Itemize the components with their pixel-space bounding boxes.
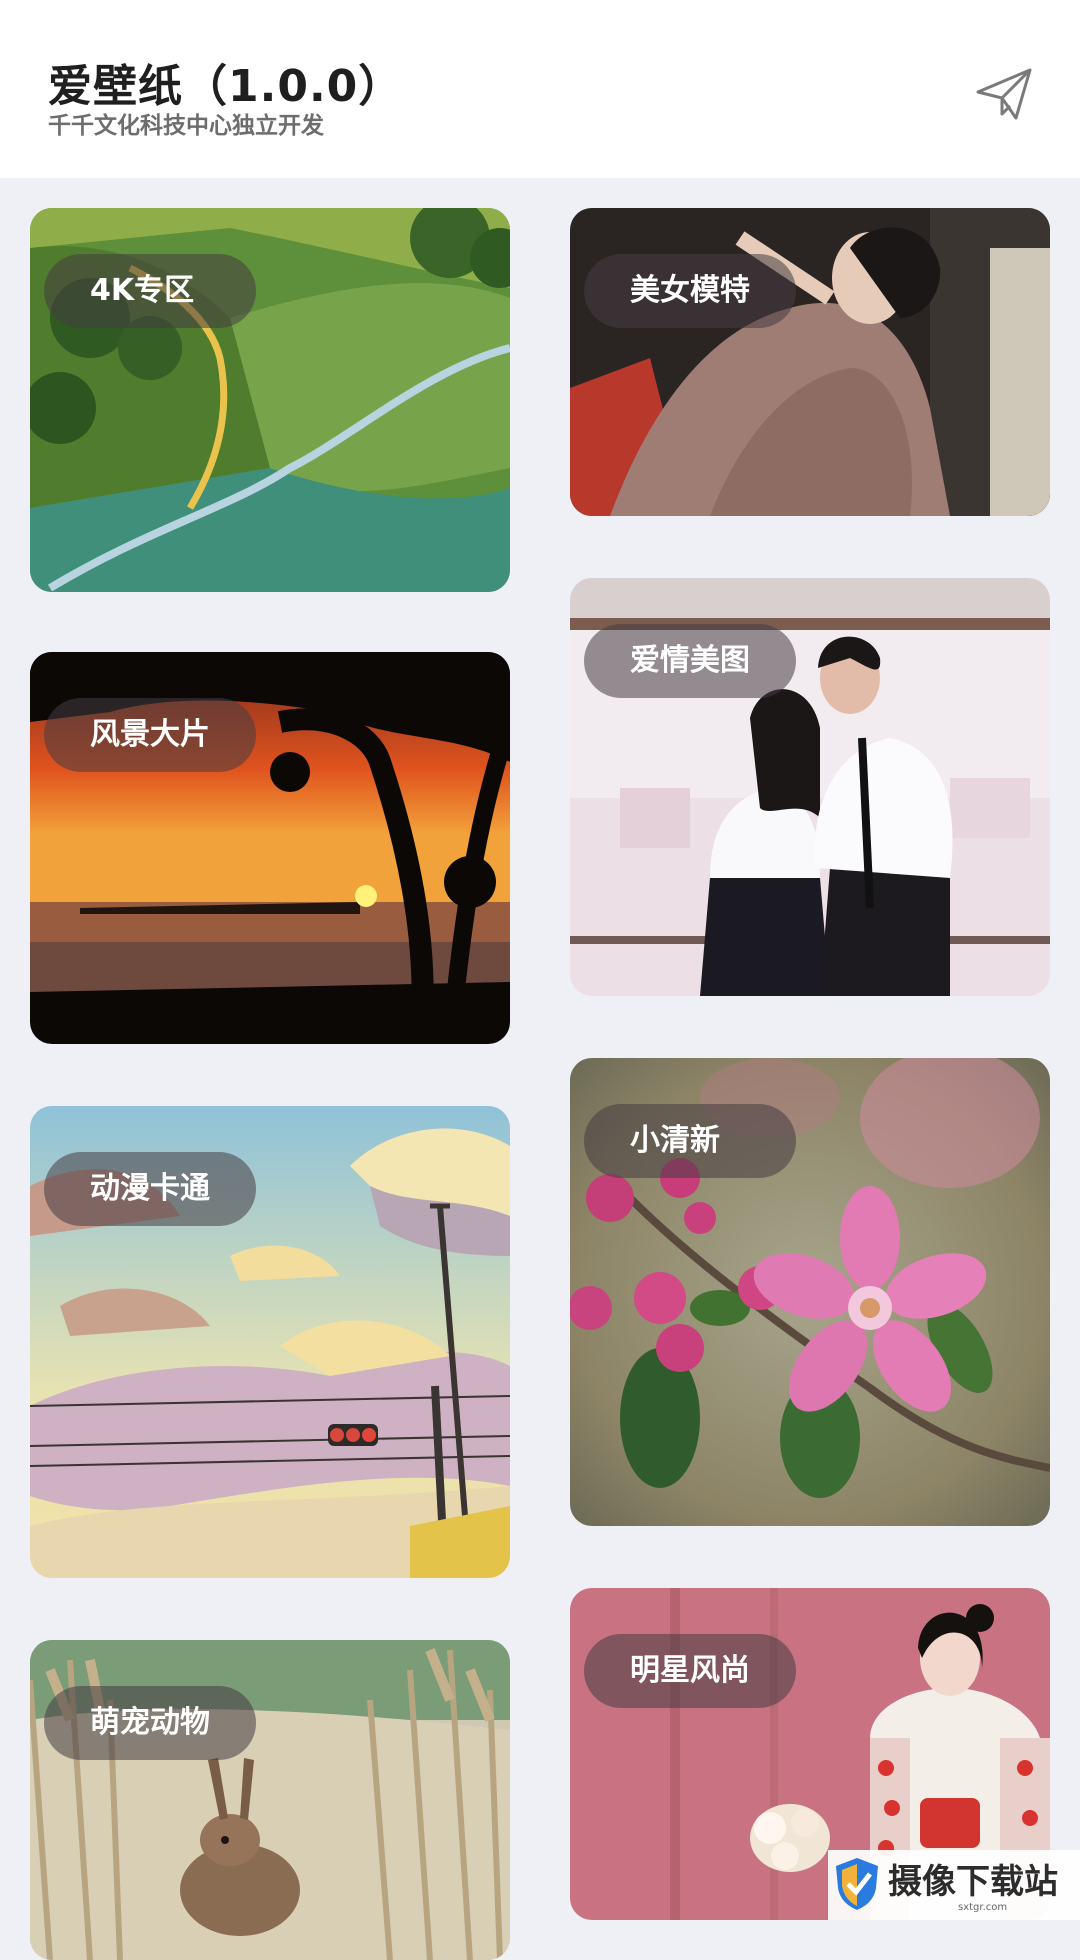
watermark-text: 摄像下载站 — [888, 1862, 1058, 1902]
category-label: 动漫卡通 — [44, 1152, 256, 1226]
share-button[interactable] — [972, 62, 1036, 126]
category-label: 美女模特 — [584, 254, 796, 328]
watermark-url: sxtgr.com — [958, 1902, 1008, 1913]
app-title: 爱壁纸（1.0.0） — [48, 61, 404, 112]
category-card-anime[interactable]: 动漫卡通 — [30, 1106, 510, 1578]
app-header: 爱壁纸（1.0.0） 千千文化科技中心独立开发 — [0, 0, 1080, 178]
watermark: 摄像下载站 sxtgr.com — [828, 1850, 1080, 1920]
shield-logo-icon — [836, 1858, 878, 1910]
category-card-love[interactable]: 爱情美图 — [570, 578, 1050, 996]
category-card-fresh[interactable]: 小清新 — [570, 1058, 1050, 1526]
app-subtitle: 千千文化科技中心独立开发 — [48, 113, 324, 139]
category-label: 爱情美图 — [584, 624, 796, 698]
category-label: 明星风尚 — [584, 1634, 796, 1708]
category-card-scenery[interactable]: 风景大片 — [30, 652, 510, 1044]
paper-plane-icon — [976, 68, 1032, 120]
category-label: 萌宠动物 — [44, 1686, 256, 1760]
category-label: 4K专区 — [44, 254, 256, 328]
category-card-pets[interactable]: 萌宠动物 — [30, 1640, 510, 1960]
category-card-4k[interactable]: 4K专区 — [30, 208, 510, 592]
category-label: 风景大片 — [44, 698, 256, 772]
category-card-models[interactable]: 美女模特 — [570, 208, 1050, 516]
category-label: 小清新 — [584, 1104, 796, 1178]
